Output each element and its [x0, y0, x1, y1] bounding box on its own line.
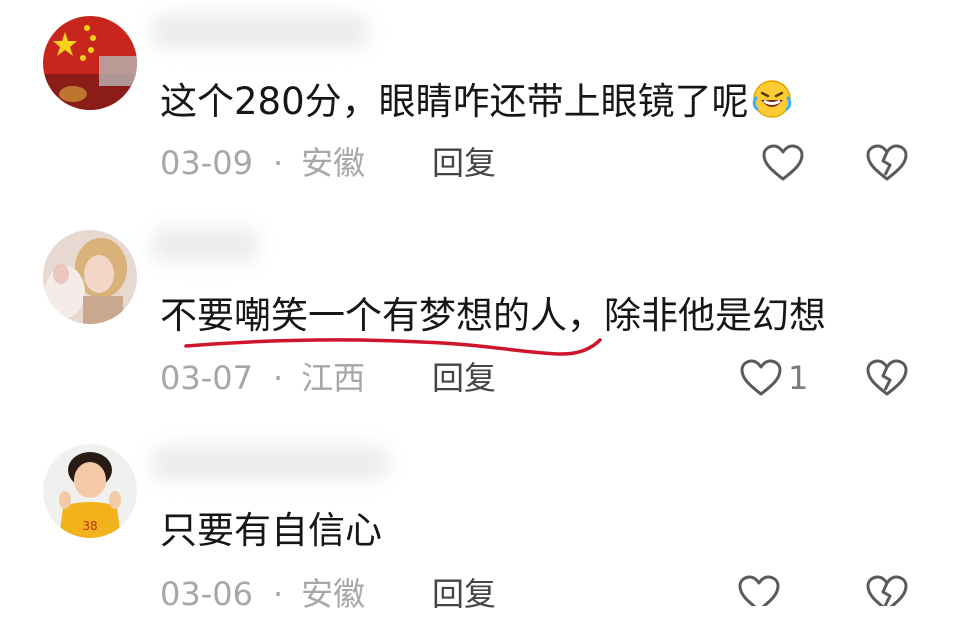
- meta-separator: ·: [272, 359, 284, 397]
- username-blurred[interactable]: [150, 14, 370, 48]
- meta-separator: ·: [272, 144, 284, 182]
- reply-button[interactable]: 回复: [432, 574, 496, 614]
- reply-button[interactable]: 回复: [432, 143, 496, 183]
- svg-text:38: 38: [82, 519, 97, 533]
- comment-text: 这个280分，眼睛咋还带上眼镜了呢: [160, 78, 793, 125]
- comment-text: 只要有自信心: [160, 509, 382, 552]
- username-blurred[interactable]: [150, 446, 390, 480]
- comment-date: 03-06: [160, 575, 253, 613]
- comment-text-underlined: 不要嘲笑一个有梦想的人: [160, 294, 567, 337]
- comment-location: 安徽: [301, 144, 366, 182]
- comment-meta: 03-09 · 安徽: [160, 143, 365, 183]
- user-avatar[interactable]: [43, 16, 137, 110]
- comment-text-rest: ，除非他是幻想: [567, 294, 826, 337]
- like-count: 1: [788, 359, 809, 397]
- meta-separator: ·: [272, 575, 284, 613]
- comment-meta: 03-07 · 江西: [160, 358, 365, 398]
- screenshot-crop-edge: [730, 606, 960, 628]
- dislike-broken-heart-icon[interactable]: [864, 143, 910, 183]
- like-heart-icon[interactable]: [760, 143, 806, 183]
- comment-date: 03-09: [160, 144, 253, 182]
- comment-meta: 03-06 · 安徽: [160, 574, 365, 614]
- comment-date: 03-07: [160, 359, 253, 397]
- dislike-broken-heart-icon[interactable]: [864, 358, 910, 398]
- user-avatar[interactable]: [43, 230, 137, 324]
- reply-button[interactable]: 回复: [432, 358, 496, 398]
- user-avatar[interactable]: 38: [43, 444, 137, 538]
- comment-location: 江西: [301, 359, 366, 397]
- comment-location: 安徽: [301, 575, 366, 613]
- rofl-emoji-icon: [751, 78, 793, 120]
- username-blurred[interactable]: [150, 228, 260, 262]
- like-heart-icon[interactable]: [738, 358, 784, 398]
